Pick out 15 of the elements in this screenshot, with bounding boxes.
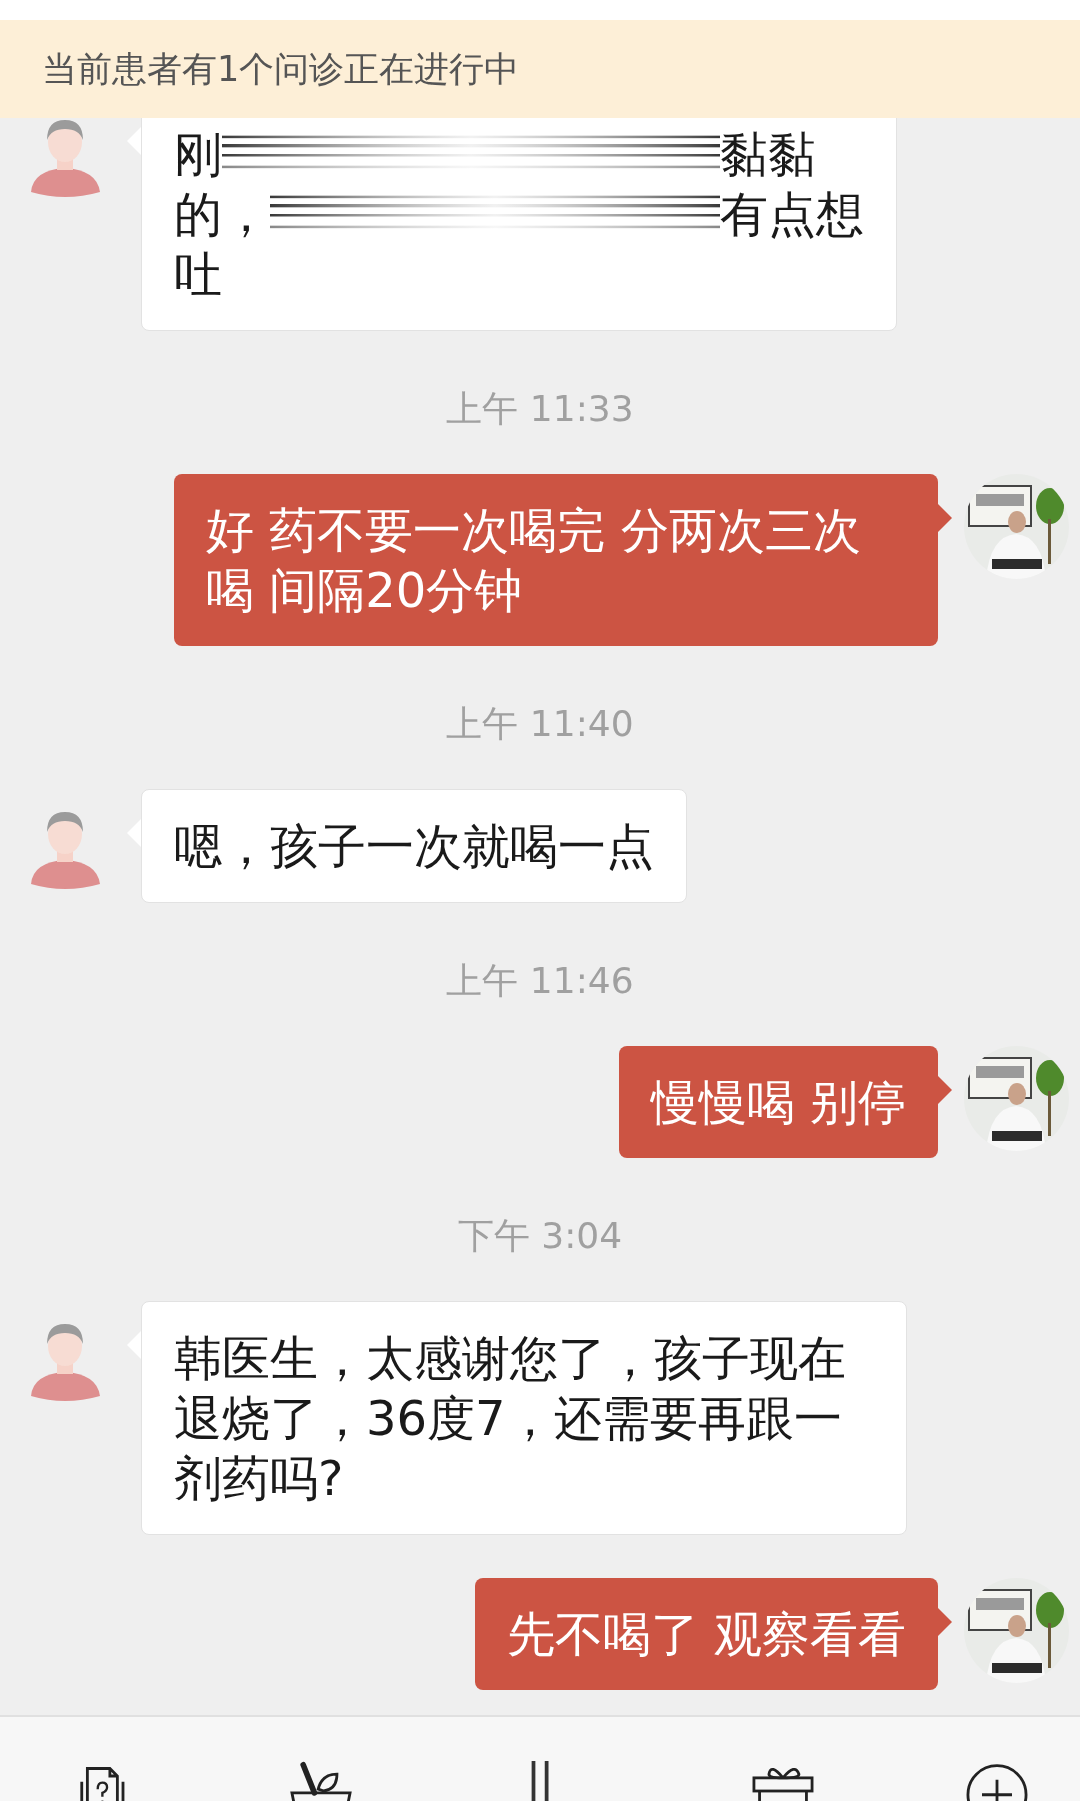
timestamp: 下午 3:04 bbox=[456, 1216, 624, 1256]
message-text: 好 药不要一次喝完 分两次三次喝 间隔20分钟 bbox=[206, 502, 861, 618]
message-text: 慢慢喝 别停 bbox=[650, 1074, 906, 1130]
timestamp: 上午 11:40 bbox=[445, 704, 635, 744]
message-text: 先不喝了 观察看看 bbox=[506, 1606, 906, 1662]
message-text: 嗯，孩子一次就喝一点 bbox=[174, 818, 654, 874]
notice-text: 当前患者有1个问诊正在进行中 bbox=[42, 47, 520, 91]
message-text: 刚 bbox=[174, 125, 222, 184]
timestamp: 上午 11:33 bbox=[445, 389, 635, 429]
timestamp: 上午 11:46 bbox=[445, 961, 635, 1001]
message-text: 的， bbox=[174, 185, 270, 244]
message-text: 黏黏 bbox=[720, 125, 816, 184]
message-text: 有点想 bbox=[720, 185, 864, 244]
message-text: 韩医生，太感谢您了，孩子现在退烧了，36度7，还需要再跟一剂药吗? bbox=[174, 1330, 846, 1506]
message-text: 吐 bbox=[174, 245, 222, 304]
